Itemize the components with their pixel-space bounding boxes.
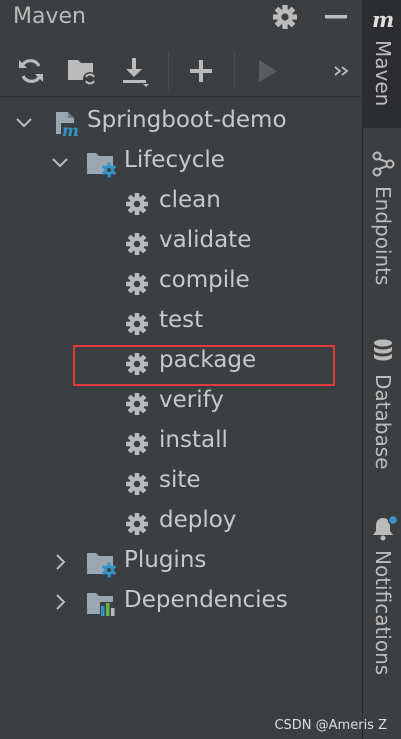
tree-label-plugins: Plugins bbox=[124, 547, 207, 573]
tool-window-title: Maven bbox=[13, 4, 86, 29]
chevron-right-icon[interactable] bbox=[51, 553, 69, 571]
tree-label-project: Springboot-demo bbox=[87, 107, 287, 133]
goal-gear-icon bbox=[126, 233, 148, 255]
side-tab-label: Endpoints bbox=[371, 186, 395, 286]
side-tab-database[interactable]: Database bbox=[363, 336, 401, 476]
lifecycle-goal-deploy[interactable]: deploy bbox=[0, 503, 362, 543]
lifecycle-goal-install[interactable]: install bbox=[0, 423, 362, 463]
goal-gear-icon bbox=[126, 513, 148, 535]
download-icon[interactable] bbox=[118, 54, 152, 88]
lifecycle-goal-verify[interactable]: verify bbox=[0, 383, 362, 423]
goal-label: clean bbox=[159, 187, 221, 213]
lifecycle-goal-site[interactable]: site bbox=[0, 463, 362, 503]
chevron-right-icon[interactable] bbox=[51, 593, 69, 611]
svg-text:m: m bbox=[62, 121, 79, 138]
endpoints-icon bbox=[372, 151, 395, 177]
goal-label: test bbox=[159, 307, 204, 333]
maven-m-icon: m bbox=[372, 8, 394, 32]
tree-item-plugins[interactable]: Plugins bbox=[0, 543, 362, 583]
goal-label: install bbox=[159, 427, 228, 453]
watermark: CSDN @Ameris Z bbox=[274, 718, 387, 733]
chevron-down-icon[interactable] bbox=[15, 113, 33, 131]
database-icon bbox=[374, 339, 392, 361]
maven-module-icon: m bbox=[56, 112, 79, 138]
more-icon[interactable] bbox=[330, 54, 354, 88]
goal-label: verify bbox=[159, 387, 224, 413]
lifecycle-goal-clean[interactable]: clean bbox=[0, 183, 362, 223]
plugins-folder-icon bbox=[87, 553, 117, 578]
lifecycle-goal-validate[interactable]: validate bbox=[0, 223, 362, 263]
gear-icon[interactable] bbox=[271, 3, 299, 31]
add-icon[interactable] bbox=[184, 54, 218, 88]
goal-gear-icon bbox=[126, 193, 148, 215]
reimport-folder-icon[interactable] bbox=[66, 54, 100, 88]
goal-label: site bbox=[159, 467, 201, 493]
side-tab-maven[interactable]: m Maven bbox=[363, 0, 401, 128]
tool-window-header: Maven bbox=[0, 0, 362, 36]
goal-gear-icon bbox=[126, 313, 148, 335]
goal-gear-icon bbox=[126, 393, 148, 415]
side-tab-label: Maven bbox=[371, 40, 395, 107]
lifecycle-goal-test[interactable]: test bbox=[0, 303, 362, 343]
right-tool-strip: m Maven Endpoints Database Notifications bbox=[362, 0, 401, 739]
lifecycle-goal-compile[interactable]: compile bbox=[0, 263, 362, 303]
side-tab-notifications[interactable]: Notifications bbox=[363, 512, 401, 692]
dependencies-folder-icon bbox=[87, 593, 116, 616]
goal-label: validate bbox=[159, 227, 252, 253]
tree-item-dependencies[interactable]: Dependencies bbox=[0, 583, 362, 623]
highlight-box bbox=[73, 345, 335, 386]
reload-icon[interactable] bbox=[14, 54, 48, 88]
goal-gear-icon bbox=[126, 273, 148, 295]
maven-tool-window: Maven m Springboot-demo Lifecycle clean … bbox=[0, 0, 362, 739]
run-icon[interactable] bbox=[250, 54, 284, 88]
lifecycle-folder-icon bbox=[87, 153, 117, 178]
chevron-down-icon[interactable] bbox=[51, 153, 69, 171]
bell-icon bbox=[373, 514, 399, 541]
toolbar bbox=[0, 44, 362, 97]
side-tab-endpoints[interactable]: Endpoints bbox=[363, 146, 401, 306]
svg-text:m: m bbox=[372, 8, 394, 32]
toolbar-separator bbox=[168, 52, 169, 90]
side-tab-label: Notifications bbox=[371, 550, 395, 676]
tree-item-lifecycle[interactable]: Lifecycle bbox=[0, 143, 362, 183]
goal-gear-icon bbox=[126, 473, 148, 495]
tree-item-project[interactable]: m Springboot-demo bbox=[0, 103, 362, 143]
goal-gear-icon bbox=[126, 433, 148, 455]
goal-label: deploy bbox=[159, 507, 237, 533]
tree-label-dependencies: Dependencies bbox=[124, 587, 288, 613]
goal-label: compile bbox=[159, 267, 250, 293]
side-tab-label: Database bbox=[371, 374, 395, 470]
minimize-icon[interactable] bbox=[322, 3, 350, 31]
tree-label-lifecycle: Lifecycle bbox=[124, 147, 225, 173]
toolbar-separator bbox=[234, 52, 235, 90]
